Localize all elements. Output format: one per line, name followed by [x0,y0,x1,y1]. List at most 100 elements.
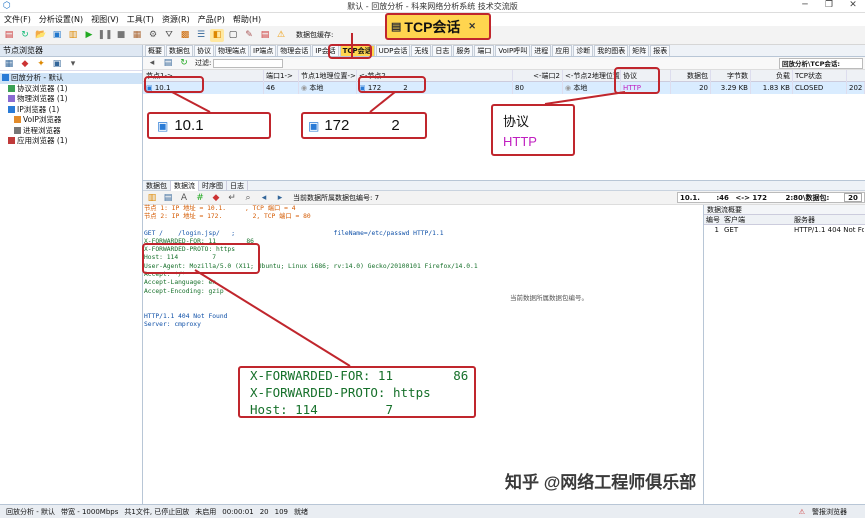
tab-protocol[interactable]: 协议 [194,45,214,56]
tab-physical-endpoint[interactable]: 物理端点 [215,45,249,56]
alert-icon[interactable]: ◧ [210,28,224,42]
wrap-icon[interactable]: ↵ [225,191,239,204]
tab-ip-session[interactable]: IP会话 [312,45,339,56]
table-row[interactable]: 1 GET HTTP/1.1 404 Not Fo [704,225,865,235]
menu-tools[interactable]: 工具(T) [127,14,154,25]
tree-item-ip[interactable]: IP浏览器 (1) [0,105,142,116]
tab-physical-session[interactable]: 物理会话 [277,45,312,56]
col-protocol[interactable]: 协议 [621,70,671,82]
menu-view[interactable]: 视图(V) [91,14,119,25]
col-tcp-state[interactable]: TCP状态 [793,70,847,82]
tree-item-process[interactable]: 进程浏览器 [0,126,142,137]
col-server[interactable]: 服务器 [792,215,864,225]
edit-icon[interactable]: ✎ [242,29,256,42]
alert-browser-link[interactable]: 警报浏览器 [812,507,847,517]
col-node1[interactable]: 节点1-> [143,70,264,82]
warning-icon[interactable]: ⚠ [274,29,288,42]
new-icon[interactable]: ▤ [2,29,16,42]
options-icon[interactable]: ▾ [66,57,80,70]
maximize-icon[interactable]: ❐ [817,0,841,12]
folder-icon[interactable]: ▥ [66,29,80,42]
book-icon[interactable]: ▦ [130,29,144,42]
tab-data-flow[interactable]: 数据流 [171,180,199,191]
tab-wireless[interactable]: 无线 [411,45,432,56]
menu-product[interactable]: 产品(P) [198,14,225,25]
menu-resources[interactable]: 资源(R) [162,14,190,25]
filter-icon[interactable]: ⛛ [162,29,176,42]
stream-line: Accept-Language: en [144,279,217,287]
reload-icon[interactable]: ↻ [177,57,191,70]
col-node1-geo[interactable]: 节点1地理位置-> [299,70,357,82]
tab-voip-call[interactable]: VoIP呼叫 [495,45,531,56]
packet-count-input[interactable]: 20 [844,193,862,202]
menu-help[interactable]: 帮助(H) [233,14,261,25]
tab-matrix[interactable]: 矩阵 [629,45,650,56]
list-icon[interactable]: ☰ [194,29,208,42]
list-view-icon[interactable]: ▤ [161,57,175,70]
tab-ip-endpoint[interactable]: IP端点 [250,45,277,56]
tab-detail-log[interactable]: 日志 [227,180,248,191]
chart-icon[interactable]: ▩ [178,29,192,42]
col-payload[interactable]: 负载 [751,70,793,82]
tab-report[interactable]: 报表 [650,45,671,56]
star-icon[interactable]: ✦ [34,57,48,70]
tab-log[interactable]: 日志 [432,45,453,56]
table-icon[interactable]: ▤ [258,29,272,42]
tab-diagnosis[interactable]: 诊断 [573,45,594,56]
tree-item-replay[interactable]: 回放分析 - 默认 [0,73,142,84]
tree-item-physical[interactable]: 物理浏览器 (1) [0,94,142,105]
refresh-icon[interactable]: ↻ [18,29,32,42]
col-bytes[interactable]: 字节数 [711,70,751,82]
open-icon[interactable]: 📂 [34,29,48,42]
col-port2[interactable]: <-端口2 [513,70,563,82]
col-packets[interactable]: 数据包 [671,70,711,82]
pause-icon[interactable]: ❚❚ [97,29,112,42]
col-no[interactable]: 编号 [704,215,722,225]
menu-file[interactable]: 文件(F) [4,14,31,25]
grid-icon[interactable]: ▦ [2,57,16,70]
tab-service[interactable]: 服务 [453,45,474,56]
prev-icon[interactable]: ◂ [257,191,271,204]
tab-port[interactable]: 端口 [474,45,495,56]
copy-icon[interactable]: ▤ [161,191,175,204]
tab-my-charts[interactable]: 我的图表 [594,45,629,56]
filter-input[interactable] [213,58,284,68]
minimize-icon[interactable]: ─ [793,0,817,12]
tab-application[interactable]: 应用 [552,45,573,56]
tab-tcp-session[interactable]: TCP会话 [339,45,375,56]
search-icon[interactable]: ⌕ [241,191,255,204]
hex-icon[interactable]: # [193,191,207,204]
col-client[interactable]: 客户端 [722,215,792,225]
col-node2[interactable]: <-节点2 [357,70,513,82]
tab-process[interactable]: 进程 [531,45,552,56]
tag-icon[interactable]: ◆ [18,57,32,70]
decode-icon[interactable]: ◆ [209,191,223,204]
col-port1[interactable]: 端口1-> [264,70,299,82]
physical-icon [8,95,15,102]
tab-packet-detail[interactable]: 数据包 [143,180,171,191]
tree-item-protocol[interactable]: 协议浏览器 (1) [0,84,142,95]
host-icon: ▣ [359,84,368,92]
back-icon[interactable]: ◂ [145,57,159,70]
settings-icon[interactable]: ⚙ [146,29,160,42]
export-icon[interactable]: ▥ [145,191,159,204]
view-icon[interactable]: ▣ [50,57,64,70]
stop-icon[interactable]: ■ [114,29,128,42]
table-row[interactable]: ▣ 10.1 46 ◉ 本地 ▣ 172 2 80 ◉ 本地 HTTP 20 3.… [143,82,865,94]
tab-sequence[interactable]: 时序图 [199,180,227,191]
tree-item-app[interactable]: 应用浏览器 (1) [0,136,142,147]
tab-packets[interactable]: 数据包 [166,45,193,56]
tab-summary[interactable]: 概要 [145,45,165,56]
window-icon[interactable]: ▢ [226,29,240,42]
font-icon[interactable]: A [177,191,191,204]
close-icon[interactable]: ✕ [841,0,865,12]
zoom-node2: ▣ 172 2 [301,112,427,139]
save-icon[interactable]: ▣ [50,29,64,42]
next-icon[interactable]: ▸ [273,191,287,204]
tree-item-voip[interactable]: VoIP浏览器 [0,115,142,126]
voip-icon [14,116,21,123]
col-node2-geo[interactable]: <-节点2地理位置 [563,70,621,82]
menu-analysis-settings[interactable]: 分析设置(N) [39,14,83,25]
tab-udp-session[interactable]: UDP会话 [375,45,411,56]
play-icon[interactable]: ▶ [82,29,96,42]
